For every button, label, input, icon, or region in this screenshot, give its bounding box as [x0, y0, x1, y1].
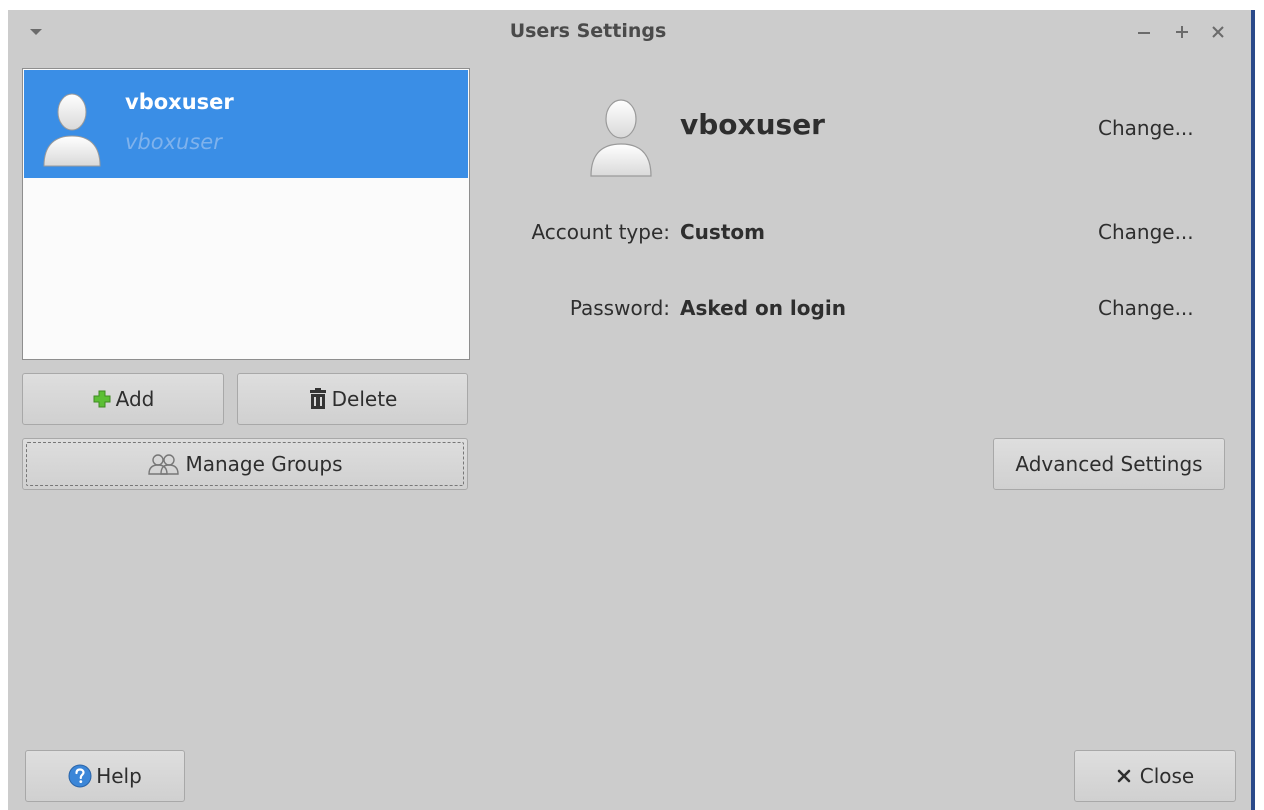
account-type-value: Custom	[680, 220, 765, 244]
trash-icon	[309, 388, 326, 409]
change-name-button[interactable]: Change...	[1098, 116, 1194, 140]
advanced-settings-button[interactable]: Advanced Settings	[993, 438, 1225, 490]
close-button[interactable]: Close	[1074, 750, 1236, 802]
users-settings-window: Users Settings vboxuser vboxuser Add Del…	[8, 10, 1252, 810]
minimize-icon[interactable]	[1132, 20, 1156, 44]
manage-groups-label: Manage Groups	[185, 452, 343, 476]
window-border	[1251, 10, 1255, 810]
delete-user-button[interactable]: Delete	[237, 373, 468, 425]
help-button[interactable]: Help	[25, 750, 185, 802]
manage-groups-button[interactable]: Manage Groups	[22, 438, 468, 490]
advanced-settings-label: Advanced Settings	[1015, 452, 1203, 476]
user-list-item-name: vboxuser	[125, 90, 234, 114]
close-button-label: Close	[1139, 764, 1195, 788]
selected-user-name: vboxuser	[680, 108, 825, 141]
change-account-type-button[interactable]: Change...	[1098, 220, 1194, 244]
password-value: Asked on login	[680, 296, 846, 320]
plus-icon	[93, 390, 111, 408]
user-avatar-icon	[590, 99, 652, 177]
user-list-item-login: vboxuser	[125, 130, 222, 154]
password-label: Password:	[569, 296, 670, 320]
group-icon	[148, 454, 180, 475]
help-button-label: Help	[96, 764, 142, 788]
change-password-button[interactable]: Change...	[1098, 296, 1194, 320]
help-icon	[68, 764, 92, 788]
add-button-label: Add	[115, 387, 155, 411]
add-user-button[interactable]: Add	[22, 373, 224, 425]
title-bar[interactable]: Users Settings	[8, 10, 1252, 54]
user-avatar-icon	[43, 93, 101, 167]
user-list-item[interactable]: vboxuser vboxuser	[24, 70, 468, 178]
window-title: Users Settings	[509, 20, 667, 42]
x-icon	[1117, 769, 1131, 783]
close-icon[interactable]	[1206, 20, 1230, 44]
delete-button-label: Delete	[331, 387, 398, 411]
user-list[interactable]: vboxuser vboxuser	[22, 68, 470, 360]
account-type-label: Account type:	[531, 220, 670, 244]
maximize-icon[interactable]	[1170, 20, 1194, 44]
